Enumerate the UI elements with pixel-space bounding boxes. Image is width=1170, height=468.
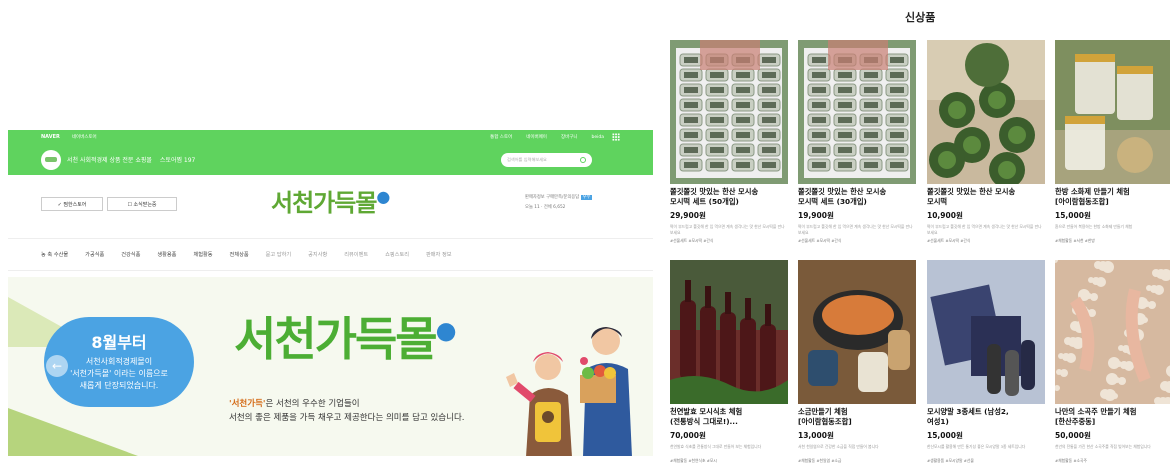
store-logo[interactable]: 서천가득몰● xyxy=(271,183,390,218)
store-profile-avatar[interactable] xyxy=(41,149,61,170)
product-price: 29,900원 xyxy=(670,211,706,220)
product-card[interactable]: 한방 소화제 만들기 체험 [아이람협동조합] 15,000원 환으로 만들어 … xyxy=(1055,40,1170,244)
category-item[interactable]: 체험활동 xyxy=(193,251,212,258)
store-header-bar: 서천 사회적경제 상품 전문 쇼핑몰 스토어찜 197 검색어를 입력해보세요 xyxy=(8,144,653,175)
banner-prev-button[interactable]: ← xyxy=(46,355,68,377)
category-item[interactable]: 생활용품 xyxy=(157,251,176,258)
grade-badge: 우수 xyxy=(580,195,593,200)
topbar-link-cart[interactable]: 장바구니 xyxy=(561,134,578,140)
category-item[interactable]: 리뷰이벤트 xyxy=(344,251,368,258)
product-name[interactable]: 쫄깃쫄깃 맛있는 한산 모시송 모시떡 세트 (50개입) xyxy=(670,187,788,207)
product-card[interactable]: 쫄깃쫄깃 맛있는 한산 모시송 모시떡 세트 (30개입) 19,900원 떡이… xyxy=(798,40,916,244)
product-name[interactable]: 천연발효 모시식초 체험 (전통방식 그대로!)... xyxy=(670,407,788,427)
product-name[interactable]: 쫄깃쫄깃 맛있는 한산 모시송 모시떡 세트 (30개입) xyxy=(798,187,916,207)
smartstore-link[interactable]: 네이버스토어 xyxy=(72,134,97,140)
store-header: ✓ 찜한스토어 ☐ 소식받는중 서천가득몰● 판매자정보 구매만족/문의응답 우… xyxy=(8,175,653,239)
product-card[interactable]: 모시양말 3종세트 (남성2, 여성1) 15,000원 한산모시를 활용해 만… xyxy=(927,260,1045,464)
product-card[interactable]: 쫄깃쫄깃 맛있는 한산 모시송 모시떡 세트 (50개입) 29,900원 떡이… xyxy=(670,40,788,244)
subscribe-button[interactable]: ☐ 소식받는중 xyxy=(107,197,177,211)
product-image[interactable] xyxy=(927,40,1045,184)
product-image[interactable] xyxy=(798,260,916,404)
product-name[interactable]: 모시양말 3종세트 (남성2, 여성1) xyxy=(927,407,1045,427)
category-item[interactable]: 건강식품 xyxy=(121,251,140,258)
people-illustration xyxy=(506,327,632,456)
category-item[interactable]: 공지사항 xyxy=(308,251,327,258)
category-item[interactable]: 전체상품 xyxy=(230,251,249,258)
product-image[interactable] xyxy=(798,40,916,184)
category-item[interactable]: 농 축 수산물 xyxy=(41,251,68,258)
category-item[interactable]: 판매자 정보 xyxy=(426,251,452,258)
product-image[interactable] xyxy=(927,260,1045,404)
store-favorite-count: 스토어찜 197 xyxy=(159,157,196,164)
product-price: 15,000원 xyxy=(1055,211,1091,220)
product-description: 한산모시를 활용해 만든 통기성 좋은 모시양말 3종 세트입니다 xyxy=(927,444,1026,449)
product-price: 15,000원 xyxy=(927,431,963,440)
product-price: 19,900원 xyxy=(798,211,834,220)
product-tags: #체험활동 #소곡주 xyxy=(1055,458,1088,463)
product-description: 떡이 부드럽고 쫄깃해 한 입 먹으면 계속 생각나는 맛 한산 모시떡을 만나… xyxy=(670,224,785,235)
product-price: 10,900원 xyxy=(927,211,963,220)
product-price: 50,000원 xyxy=(1055,431,1091,440)
product-description: 서천 천일염으로 건강한 소금을 직접 만들어 봅니다 xyxy=(798,444,879,449)
product-image[interactable] xyxy=(1055,40,1170,184)
product-description: 떡이 부드럽고 쫄깃해 한 입 먹으면 계속 생각나는 맛 한산 모시떡을 만나… xyxy=(927,224,1042,235)
topbar-link-user[interactable]: beida xyxy=(592,135,605,140)
product-description: 환으로 만들어 복용하는 한방 소화제 만들기 체험 xyxy=(1055,224,1133,229)
store-info: 판매자정보 구매만족/문의응답 우수 오늘 11 · 전체 6,652 xyxy=(525,193,593,213)
category-item[interactable]: 쇼핑스토리 xyxy=(385,251,409,258)
category-nav: 농 축 수산물 가공식품 건강식품 생활용품 체험활동 전체상품 묻고 답하기 공지사항 리뷰이… xyxy=(8,239,653,271)
product-description: 떡이 부드럽고 쫄깃해 한 입 먹으면 계속 생각나는 맛 한산 모시떡을 만나… xyxy=(798,224,913,235)
product-price: 13,000원 xyxy=(798,431,834,440)
product-card[interactable]: 나만의 소곡주 만들기 체험 [한산주중동] 50,000원 천년의 전통을 가… xyxy=(1055,260,1170,464)
new-products-title: 신상품 xyxy=(905,11,936,24)
product-tags: #체험활동 #천일염 #소금 xyxy=(798,458,842,463)
apps-grid-icon[interactable] xyxy=(612,133,620,141)
store-screenshot: NAVER 네이버스토어 통합 스토어 네이버페이 장바구니 beida 서천 … xyxy=(8,130,653,456)
product-name[interactable]: 한방 소화제 만들기 체험 [아이람협동조합] xyxy=(1055,187,1170,207)
product-description: 천연발효 식초를 전통방식 그대로 만들어 보는 체험입니다 xyxy=(670,444,762,449)
product-tags: #선물세트 #모시떡 #간식 xyxy=(798,238,842,243)
search-input[interactable]: 검색어를 입력해보세요 xyxy=(501,152,592,167)
product-card[interactable]: 천연발효 모시식초 체험 (전통방식 그대로!)... 70,000원 천연발효… xyxy=(670,260,788,464)
product-description: 천년의 전통을 가진 한산 소곡주를 직접 빚어보는 체험입니다 xyxy=(1055,444,1151,449)
product-image[interactable] xyxy=(1055,260,1170,404)
banner-subtitle: '서천가득'은 서천의 우수한 기업들이 서천의 좋은 제품을 가득 채우고 제… xyxy=(229,399,465,423)
product-image[interactable] xyxy=(670,40,788,184)
category-item[interactable]: 가공식품 xyxy=(85,251,104,258)
product-card[interactable]: 소금만들기 체험 [아이람협동조합] 13,000원 서천 천일염으로 건강한 … xyxy=(798,260,916,464)
product-tags: #체험활동 #서천 #한방 xyxy=(1055,238,1095,243)
product-name[interactable]: 쫄깃쫄깃 맛있는 한산 모시송 모시떡 xyxy=(927,187,1045,207)
product-card[interactable]: 쫄깃쫄깃 맛있는 한산 모시송 모시떡 10,900원 떡이 부드럽고 쫄깃해 … xyxy=(927,40,1045,244)
product-tags: #생활용품 #모시양말 #선물 xyxy=(927,458,974,463)
product-name[interactable]: 나만의 소곡주 만들기 체험 [한산주중동] xyxy=(1055,407,1170,427)
favorite-store-button[interactable]: ✓ 찜한스토어 xyxy=(41,197,103,211)
product-name[interactable]: 소금만들기 체험 [아이람협동조합] xyxy=(798,407,916,427)
product-tags: #체험활동 #천연식초 #모시 xyxy=(670,458,717,463)
topbar-link-store[interactable]: 통합 스토어 xyxy=(490,134,512,140)
promo-banner[interactable]: 8월부터 서천사회적경제몰이 '서천가득몰' 이라는 이름으로 새롭게 단장되었… xyxy=(8,277,653,456)
store-description: 서천 사회적경제 상품 전문 쇼핑몰 xyxy=(67,157,152,164)
naver-logo[interactable]: NAVER xyxy=(41,134,60,140)
product-price: 70,000원 xyxy=(670,431,706,440)
category-item[interactable]: 묻고 답하기 xyxy=(266,251,292,258)
visitor-count: 오늘 11 · 전체 6,652 xyxy=(525,205,566,210)
product-image[interactable] xyxy=(670,260,788,404)
product-tags: #선물세트 #모시떡 #간식 xyxy=(927,238,971,243)
top-bar: NAVER 네이버스토어 통합 스토어 네이버페이 장바구니 beida xyxy=(8,130,653,144)
search-icon[interactable] xyxy=(580,156,586,163)
product-tags: #선물세트 #모시떡 #간식 xyxy=(670,238,714,243)
topbar-link-pay[interactable]: 네이버페이 xyxy=(526,134,547,140)
banner-logo: 서천가득몰● xyxy=(234,312,457,366)
